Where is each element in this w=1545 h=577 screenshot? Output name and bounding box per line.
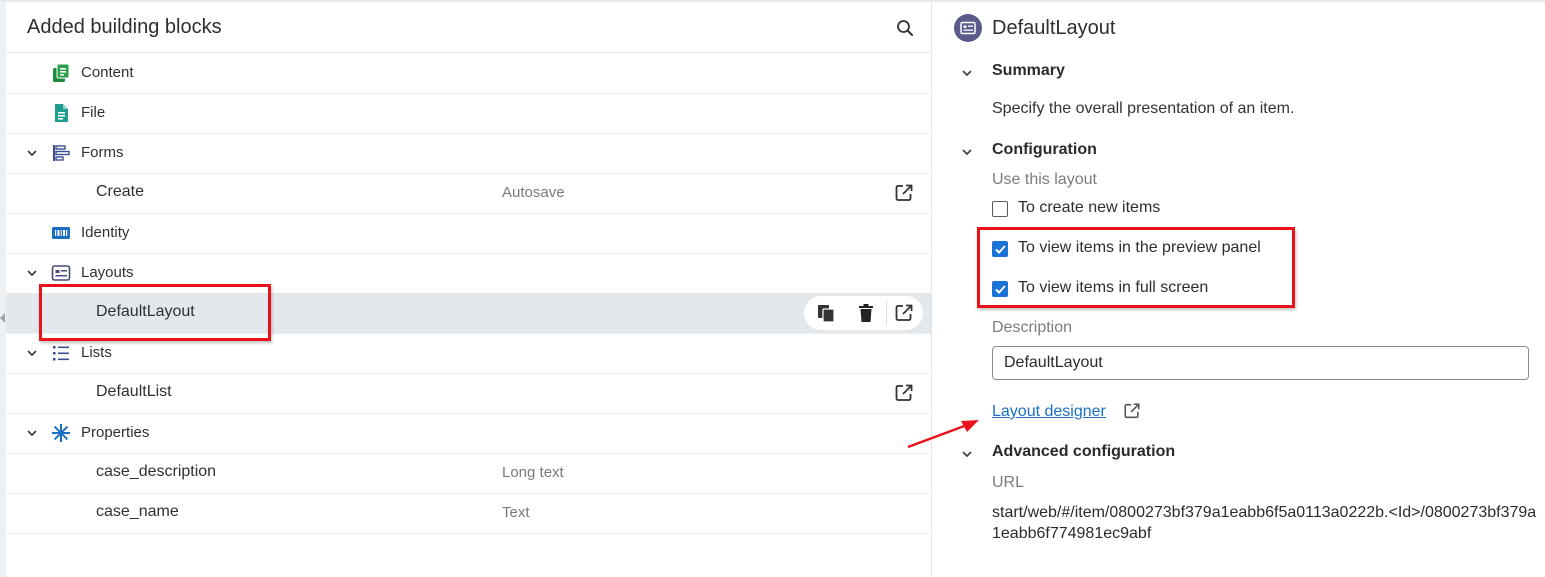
chevron-down-icon[interactable] — [25, 266, 39, 280]
use-layout-label: Use this layout — [992, 171, 1097, 188]
tree-label: Content — [81, 64, 134, 81]
identity-icon — [52, 227, 70, 239]
layouts-icon — [51, 265, 71, 281]
block-type: Autosave — [502, 184, 565, 201]
building-blocks-header: Added building blocks — [6, 2, 931, 53]
description-input[interactable] — [992, 346, 1529, 380]
forms-icon — [53, 145, 70, 161]
url-value: start/web/#/item/0800273bf379a1eabb6f5a0… — [992, 504, 1537, 542]
open-external-icon[interactable] — [894, 383, 914, 403]
tree-row-create[interactable]: Create Autosave — [6, 173, 931, 214]
copy-icon[interactable] — [816, 303, 836, 323]
create-items-label[interactable]: To create new items — [1018, 199, 1160, 217]
tree-label: Create — [96, 183, 145, 200]
tree-label: Identity — [81, 224, 130, 241]
tree-row-forms[interactable]: Forms — [6, 133, 931, 174]
delete-icon[interactable] — [856, 303, 876, 323]
tree-label: Forms — [81, 144, 124, 161]
tree-label: File — [81, 104, 106, 121]
description-label: Description — [992, 319, 1073, 336]
create-items-checkbox[interactable] — [992, 201, 1008, 217]
tree-row-defaultlist[interactable]: DefaultList — [6, 373, 931, 414]
advanced-configuration-heading[interactable]: Advanced configuration — [992, 443, 1175, 461]
tree-label: case_name — [96, 503, 179, 520]
tree-row-properties[interactable]: Properties — [6, 413, 931, 454]
chevron-down-icon[interactable] — [25, 346, 39, 360]
tree-label: case_description — [96, 463, 217, 480]
chevron-down-icon[interactable] — [960, 145, 974, 159]
row-actions — [804, 296, 923, 330]
layout-designer-link[interactable]: Layout designer — [992, 403, 1106, 421]
collapse-handle-icon[interactable] — [0, 313, 5, 323]
url-label: URL — [992, 474, 1025, 491]
tree-row-file[interactable]: File — [6, 93, 931, 134]
open-external-icon[interactable] — [894, 183, 914, 203]
summary-text: Specify the overall presentation of an i… — [992, 100, 1295, 117]
layout-title: DefaultLayout — [992, 17, 1116, 39]
tree-label: DefaultList — [96, 383, 172, 400]
open-external-icon[interactable] — [1123, 402, 1141, 420]
summary-heading[interactable]: Summary — [992, 62, 1065, 80]
block-type: Long text — [502, 464, 564, 481]
tree-label: Layouts — [81, 264, 134, 281]
chevron-down-icon[interactable] — [25, 426, 39, 440]
content-icon — [53, 63, 70, 82]
chevron-down-icon[interactable] — [960, 66, 974, 80]
highlight-annotation — [39, 284, 271, 341]
tree-row-case-name[interactable]: case_name Text — [6, 493, 931, 534]
highlight-annotation — [977, 227, 1295, 308]
building-blocks-title: Added building blocks — [27, 16, 222, 38]
tree-row-identity[interactable]: Identity — [6, 213, 931, 254]
annotation-arrow-icon — [907, 420, 979, 449]
properties-icon — [52, 424, 70, 442]
chevron-down-icon[interactable] — [25, 146, 39, 160]
tree-row-content[interactable]: Content — [6, 53, 931, 94]
lists-icon — [53, 346, 69, 361]
tree-label: Properties — [81, 424, 150, 441]
layout-badge-icon — [954, 14, 982, 42]
actions-separator — [886, 300, 887, 326]
open-external-icon[interactable] — [894, 303, 914, 323]
file-icon — [55, 104, 68, 122]
tree-row-case-description[interactable]: case_description Long text — [6, 453, 931, 494]
configuration-heading[interactable]: Configuration — [992, 141, 1097, 159]
search-icon[interactable] — [896, 19, 914, 37]
block-type: Text — [502, 504, 530, 521]
tree-label: Lists — [81, 344, 112, 361]
